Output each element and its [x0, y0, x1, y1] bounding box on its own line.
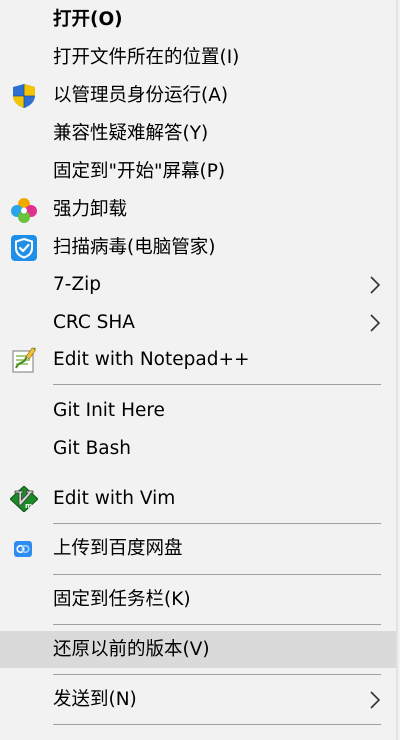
menu-item-edit-with-vim[interactable]: m Edit with Vim	[0, 480, 396, 517]
menu-separator	[53, 523, 381, 524]
menu-item-label: 固定到任务栏(K)	[53, 589, 191, 610]
menu-item-label: Git Bash	[53, 438, 132, 459]
menu-item-send-to[interactable]: 发送到(N)	[0, 681, 396, 718]
menu-item-open-file-location[interactable]: 打开文件所在的位置(I)	[0, 39, 396, 76]
menu-item-label: 兼容性疑难解答(Y)	[53, 123, 209, 144]
menu-item-label: 7-Zip	[53, 274, 102, 295]
context-menu: 打开(O) 打开文件所在的位置(I) 以管理员身份运行(A) 兼容性疑难解答(Y…	[0, 0, 398, 740]
menu-item-label: Edit with Notepad++	[53, 349, 250, 370]
menu-item-pin-to-taskbar[interactable]: 固定到任务栏(K)	[0, 581, 396, 618]
chevron-right-icon	[368, 275, 382, 295]
menu-item-label: 还原以前的版本(V)	[53, 639, 210, 660]
menu-item-label: 上传到百度网盘	[53, 538, 183, 559]
menu-item-label: Git Init Here	[53, 400, 165, 421]
menu-separator	[53, 724, 381, 725]
menu-separator	[53, 674, 381, 675]
clover-uninstall-icon	[10, 197, 38, 223]
menu-item-git-bash[interactable]: Git Bash	[0, 430, 396, 467]
menu-separator	[53, 624, 381, 625]
vim-icon: m	[10, 486, 38, 512]
security-shield-icon	[10, 235, 38, 261]
menu-separator	[53, 574, 381, 575]
chevron-right-icon	[368, 690, 382, 710]
baidu-netdisk-icon	[13, 540, 33, 558]
menu-item-label: 打开(O)	[53, 9, 123, 30]
menu-item-label: 固定到"开始"屏幕(P)	[53, 161, 226, 182]
menu-item-label: Edit with Vim	[53, 488, 176, 509]
menu-item-crc-sha[interactable]: CRC SHA	[0, 304, 396, 341]
notepad-plus-plus-icon	[10, 347, 38, 373]
menu-item-7zip[interactable]: 7-Zip	[0, 266, 396, 303]
svg-text:m: m	[25, 502, 32, 510]
menu-item-run-as-admin[interactable]: 以管理员身份运行(A)	[0, 77, 396, 114]
menu-item-label: CRC SHA	[53, 312, 135, 333]
menu-item-troubleshoot-compatibility[interactable]: 兼容性疑难解答(Y)	[0, 115, 396, 152]
menu-item-label: 打开文件所在的位置(I)	[53, 47, 240, 68]
menu-item-git-init-here[interactable]: Git Init Here	[0, 392, 396, 429]
menu-item-force-uninstall[interactable]: 强力卸载	[0, 191, 396, 228]
menu-item-scan-virus[interactable]: 扫描病毒(电脑管家)	[0, 229, 396, 266]
menu-item-label: 强力卸载	[53, 199, 128, 220]
menu-item-restore-previous-versions[interactable]: 还原以前的版本(V)	[0, 631, 396, 668]
menu-item-open[interactable]: 打开(O)	[0, 1, 396, 38]
menu-item-edit-with-notepadpp[interactable]: Edit with Notepad++	[0, 341, 396, 378]
menu-item-upload-baidu-netdisk[interactable]: 上传到百度网盘	[0, 530, 396, 567]
chevron-right-icon	[368, 313, 382, 333]
menu-item-label: 以管理员身份运行(A)	[53, 85, 229, 106]
menu-item-label: 发送到(N)	[53, 689, 137, 710]
menu-item-label: 扫描病毒(电脑管家)	[53, 237, 216, 258]
menu-item-pin-to-start[interactable]: 固定到"开始"屏幕(P)	[0, 153, 396, 190]
uac-shield-icon	[10, 83, 38, 109]
menu-separator	[53, 384, 381, 385]
